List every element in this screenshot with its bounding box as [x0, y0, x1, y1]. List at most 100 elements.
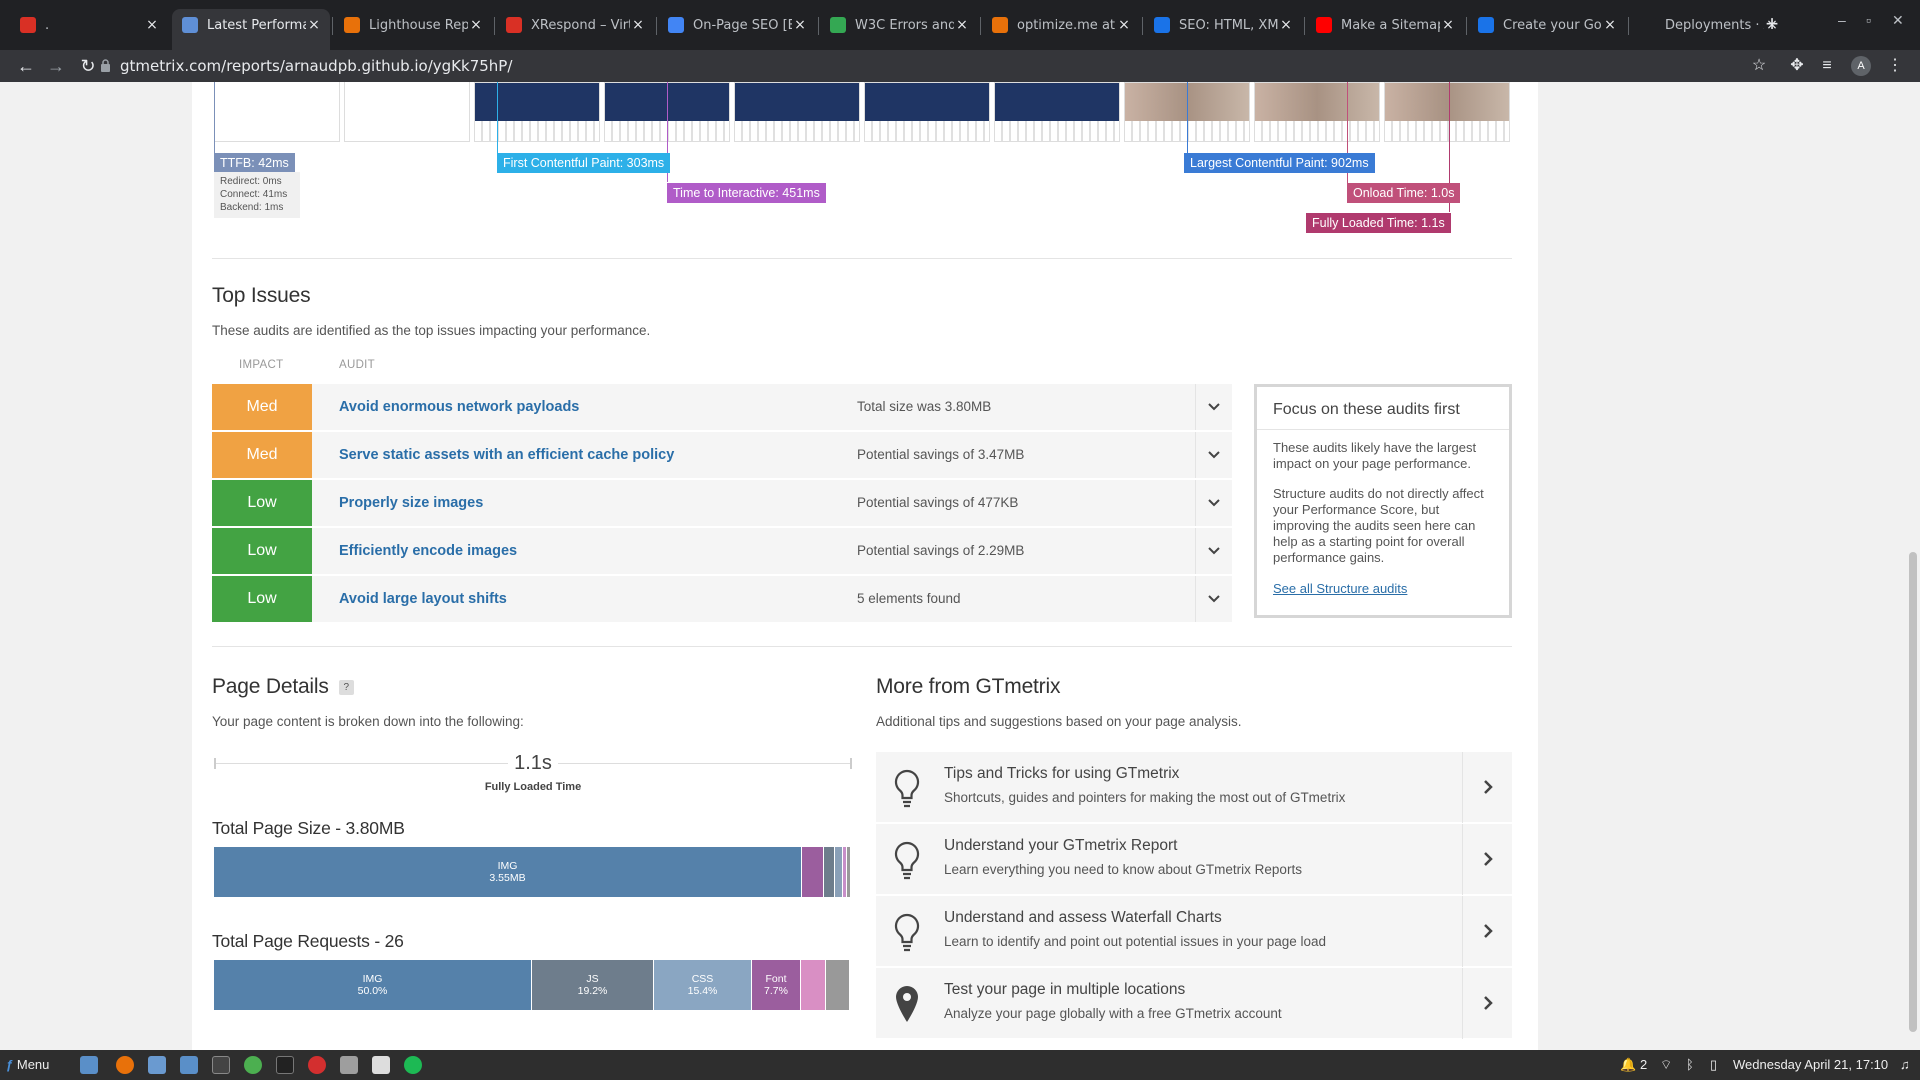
- bar-segment[interactable]: [826, 960, 849, 1010]
- divider: [212, 646, 1512, 647]
- chrome-icon[interactable]: [244, 1056, 262, 1074]
- browser-tab[interactable]: optimize.me at D×: [982, 9, 1140, 41]
- browser-tab[interactable]: XRespond – Virtu×: [496, 9, 654, 41]
- extensions-icon[interactable]: ✥: [1786, 55, 1808, 77]
- opera-icon[interactable]: [308, 1056, 326, 1074]
- bar-segment[interactable]: CSS 15.4%: [654, 960, 751, 1010]
- fully-loaded-label: Fully Loaded Time: [484, 781, 582, 793]
- see-structure-audits-link[interactable]: See all Structure audits: [1273, 581, 1407, 596]
- tab-close-icon[interactable]: ×: [468, 17, 484, 33]
- bar-segment[interactable]: [801, 960, 825, 1010]
- notification-bell-icon[interactable]: 🔔: [1620, 1050, 1636, 1080]
- bar-segment[interactable]: IMG 50.0%: [214, 960, 531, 1010]
- page-viewport: TTFB: 42ms Redirect: 0ms Connect: 41ms B…: [0, 82, 1906, 1050]
- show-desktop-icon[interactable]: [80, 1056, 98, 1074]
- media-controls-icon[interactable]: ≡: [1816, 55, 1838, 77]
- new-tab-button[interactable]: +: [1760, 13, 1784, 37]
- audit-link[interactable]: Serve static assets with an efficient ca…: [339, 432, 674, 478]
- start-menu-button[interactable]: ƒ Menu: [6, 1050, 49, 1080]
- chevron-right-icon[interactable]: [1462, 824, 1512, 895]
- expand-chevron-icon[interactable]: [1195, 576, 1232, 622]
- bar-segment[interactable]: JS 19.2%: [532, 960, 653, 1010]
- close-window-icon[interactable]: ✕: [1892, 12, 1904, 29]
- issue-row[interactable]: Low Efficiently encode images Potential sa…: [212, 528, 1232, 574]
- music-icon[interactable]: ♫: [1900, 1050, 1910, 1080]
- tab-close-icon[interactable]: ×: [954, 17, 970, 33]
- browser-tab[interactable]: Create your Goo ×: [1468, 9, 1626, 41]
- clock[interactable]: Wednesday April 21, 17:10: [1733, 1050, 1888, 1080]
- chevron-right-icon[interactable]: [1462, 752, 1512, 823]
- tab-close-icon[interactable]: ×: [1278, 17, 1294, 33]
- help-icon[interactable]: ?: [338, 679, 354, 695]
- filmstrip-frame: [994, 82, 1120, 142]
- url-field[interactable]: gtmetrix.com/reports/arnaudpb.github.io/…: [120, 50, 512, 82]
- page-details-subtitle: Your page content is broken down into th…: [212, 714, 524, 729]
- profile-avatar[interactable]: A: [1851, 56, 1871, 76]
- tab-close-icon[interactable]: ×: [1116, 17, 1132, 33]
- resource-link[interactable]: Understand your GTmetrix Report Learn eve…: [876, 824, 1512, 895]
- issue-row[interactable]: Low Properly size images Potential savings…: [212, 480, 1232, 526]
- page-scrollbar[interactable]: [1906, 82, 1920, 1050]
- bar-segment[interactable]: [843, 847, 846, 897]
- scrollbar-thumb[interactable]: [1909, 552, 1917, 1032]
- minimize-icon[interactable]: –: [1838, 12, 1846, 28]
- firefox-icon[interactable]: [116, 1056, 134, 1074]
- page-size-bar: IMG 3.55MB: [214, 847, 850, 897]
- spotify-icon[interactable]: [404, 1056, 422, 1074]
- bar-segment[interactable]: [802, 847, 823, 897]
- browser-tab[interactable]: W3C Errors and ×: [820, 9, 978, 41]
- tab-close-icon[interactable]: ×: [630, 17, 646, 33]
- reload-icon[interactable]: ↻: [76, 54, 100, 78]
- tab-close-icon[interactable]: ×: [1602, 17, 1618, 33]
- bluetooth-icon[interactable]: ᛒ: [1686, 1050, 1694, 1080]
- chevron-right-icon[interactable]: [1462, 968, 1512, 1039]
- settings-icon[interactable]: [340, 1056, 358, 1074]
- issue-row[interactable]: Med Avoid enormous network payloads Total …: [212, 384, 1232, 430]
- audit-link[interactable]: Properly size images: [339, 480, 483, 526]
- browser-tab[interactable]: SEO: HTML, XML ×: [1144, 9, 1302, 41]
- browser-menu-icon[interactable]: ⋮: [1884, 55, 1906, 77]
- browser-tab[interactable]: Latest Performan×: [172, 9, 330, 50]
- terminal-icon-2[interactable]: [276, 1056, 294, 1074]
- battery-icon[interactable]: ▯: [1710, 1050, 1717, 1080]
- issue-row[interactable]: Med Serve static assets with an efficient…: [212, 432, 1232, 478]
- bar-segment[interactable]: [835, 847, 842, 897]
- browser-tab[interactable]: Lighthouse Repo ×: [334, 9, 492, 41]
- mail-icon[interactable]: [148, 1056, 166, 1074]
- report-content: TTFB: 42ms Redirect: 0ms Connect: 41ms B…: [192, 82, 1538, 1050]
- chevron-right-icon[interactable]: [1462, 896, 1512, 967]
- tab-close-icon[interactable]: ×: [1440, 17, 1456, 33]
- bar-segment[interactable]: IMG 3.55MB: [214, 847, 801, 897]
- bar-segment[interactable]: [824, 847, 834, 897]
- terminal-icon[interactable]: [212, 1056, 230, 1074]
- browser-tab[interactable]: . ×: [10, 9, 168, 41]
- tab-close-icon[interactable]: ×: [306, 17, 322, 33]
- expand-chevron-icon[interactable]: [1195, 480, 1232, 526]
- text-editor-icon[interactable]: [372, 1056, 390, 1074]
- resource-title: Test your page in multiple locations: [944, 981, 1186, 998]
- resource-link[interactable]: Tips and Tricks for using GTmetrix Shortc…: [876, 752, 1512, 823]
- wifi-icon[interactable]: ⌔: [1660, 1050, 1672, 1080]
- maximize-icon[interactable]: ▫: [1866, 12, 1871, 28]
- tab-separator: [1304, 17, 1305, 35]
- tab-close-icon[interactable]: ×: [792, 17, 808, 33]
- forward-icon[interactable]: →: [44, 54, 68, 78]
- bar-segment[interactable]: [847, 847, 850, 897]
- issue-row[interactable]: Low Avoid large layout shifts 5 elements f…: [212, 576, 1232, 622]
- filmstrip-frame: [734, 82, 860, 142]
- audit-link[interactable]: Efficiently encode images: [339, 528, 517, 574]
- audit-link[interactable]: Avoid large layout shifts: [339, 576, 507, 622]
- browser-tab[interactable]: Make a Sitemap ×: [1306, 9, 1464, 41]
- expand-chevron-icon[interactable]: [1195, 528, 1232, 574]
- files-icon[interactable]: [180, 1056, 198, 1074]
- browser-tab[interactable]: On-Page SEO [B ×: [658, 9, 816, 41]
- audit-link[interactable]: Avoid enormous network payloads: [339, 384, 579, 430]
- expand-chevron-icon[interactable]: [1195, 384, 1232, 430]
- bookmark-star-icon[interactable]: ☆: [1748, 55, 1770, 77]
- tab-close-icon[interactable]: ×: [144, 17, 160, 33]
- resource-link[interactable]: Test your page in multiple locations Anal…: [876, 968, 1512, 1039]
- back-icon[interactable]: ←: [14, 54, 38, 78]
- expand-chevron-icon[interactable]: [1195, 432, 1232, 478]
- bar-segment[interactable]: Font 7.7%: [752, 960, 800, 1010]
- resource-link[interactable]: Understand and assess Waterfall Charts Le…: [876, 896, 1512, 967]
